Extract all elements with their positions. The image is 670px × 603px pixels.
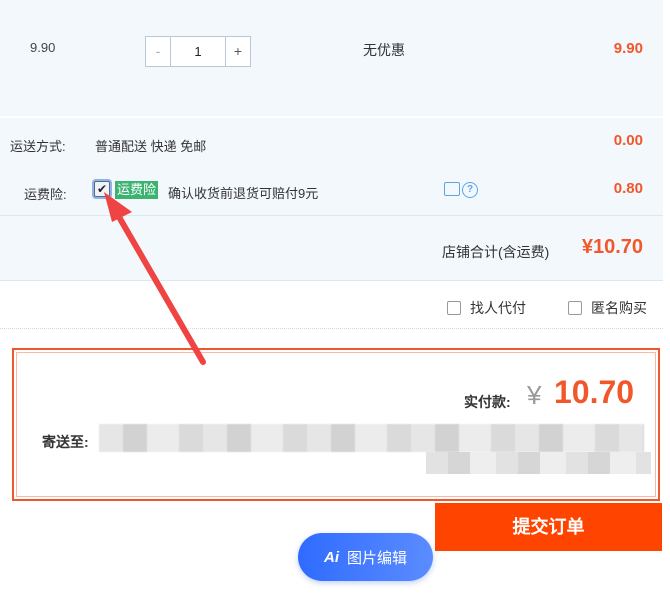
order-item-row: 9.90 - 1 + 无优惠 9.90 <box>0 0 663 116</box>
quantity-stepper[interactable]: - 1 + <box>145 36 251 67</box>
insurance-tag: 运费险 <box>115 181 159 199</box>
proxy-pay-label: 找人代付 <box>470 300 526 316</box>
proxy-pay-checkbox[interactable] <box>447 301 461 315</box>
shipping-fee: 0.00 <box>613 132 643 149</box>
pay-amount: 10.70 <box>554 374 635 410</box>
address-label: 寄送至: <box>42 434 89 450</box>
insurance-fee: 0.80 <box>613 180 643 197</box>
increase-quantity-button[interactable]: + <box>225 37 250 66</box>
pay-currency: ¥ <box>527 380 542 410</box>
help-icon[interactable]: ? <box>462 182 478 198</box>
insurance-help-icons[interactable]: ? <box>444 182 478 198</box>
shipping-section: 运送方式: 普通配送 快递 免邮 0.00 运费险: ✔ 运费险 确认收货前退货… <box>0 118 663 281</box>
chat-icon[interactable] <box>444 182 460 196</box>
proxy-pay-option[interactable]: 找人代付 <box>447 298 526 318</box>
redacted-address <box>99 424 644 452</box>
item-total: 9.90 <box>613 40 643 57</box>
submit-order-button[interactable]: 提交订单 <box>435 503 662 551</box>
anonymous-label: 匿名购买 <box>591 300 647 316</box>
ai-icon: Ai <box>323 548 339 566</box>
store-total-value: ¥10.70 <box>581 236 643 258</box>
decrease-quantity-button[interactable]: - <box>146 37 171 66</box>
unit-price: 9.90 <box>30 40 56 55</box>
shipping-method-value: 普通配送 快递 免邮 <box>95 139 207 154</box>
image-edit-button[interactable]: Ai 图片编辑 <box>298 533 433 581</box>
insurance-label: 运费险: <box>24 187 67 202</box>
image-edit-label: 图片编辑 <box>346 549 407 567</box>
insurance-description: 确认收货前退货可赔付9元 <box>168 186 319 201</box>
redacted-address-line2 <box>426 452 651 474</box>
pay-label: 实付款: <box>464 394 511 410</box>
quantity-input[interactable]: 1 <box>171 37 225 66</box>
order-options: 找人代付 匿名购买 <box>0 282 663 329</box>
shipping-method-label: 运送方式: <box>10 139 66 154</box>
payment-summary: 实付款: ¥ 10.70 寄送至: <box>12 348 660 501</box>
discount-info: 无优惠 <box>363 42 405 58</box>
divider <box>0 215 663 216</box>
anonymous-checkbox[interactable] <box>568 301 582 315</box>
checkout-page: 9.90 - 1 + 无优惠 9.90 运送方式: 普通配送 快递 免邮 0.0… <box>0 0 670 603</box>
insurance-checkbox[interactable]: ✔ <box>94 181 110 197</box>
anonymous-option[interactable]: 匿名购买 <box>568 298 647 318</box>
store-total-label: 店铺合计(含运费) <box>442 244 550 260</box>
